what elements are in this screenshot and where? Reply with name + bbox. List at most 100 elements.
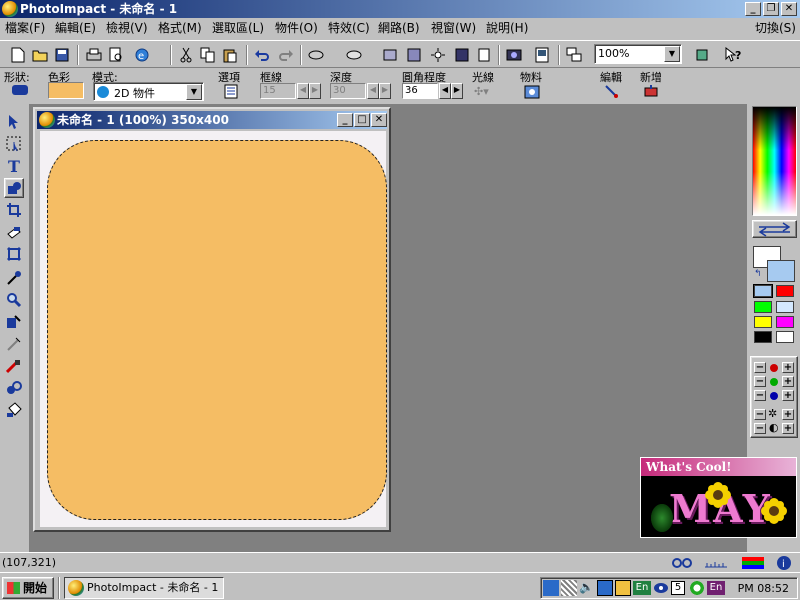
green-plus-button[interactable]: + [782, 376, 794, 387]
tray-flower-icon[interactable] [689, 580, 705, 596]
border-decrement[interactable]: ◀ [297, 83, 309, 99]
blue-minus-button[interactable]: − [754, 390, 766, 401]
album-icon[interactable] [532, 45, 552, 65]
border-spinner[interactable]: 15 ◀ ▶ [260, 83, 322, 99]
image-canvas[interactable] [40, 131, 387, 527]
swap-arrow-icon[interactable]: ↰ [754, 269, 762, 279]
rounded-rectangle-object[interactable] [47, 140, 387, 520]
zoom-tool-icon[interactable] [4, 290, 24, 310]
menu-object[interactable]: 物件(O) [275, 21, 318, 35]
chevron-down-icon[interactable]: ▼ [186, 84, 202, 100]
tray-input-method[interactable]: En [707, 581, 725, 595]
bounding-box-tool-icon[interactable] [4, 244, 24, 264]
ruler-icon[interactable] [704, 556, 728, 570]
tray-number[interactable]: 5 [671, 581, 685, 595]
tray-volume-icon[interactable]: 🔈 [579, 580, 595, 596]
swatch-red[interactable] [776, 285, 794, 297]
menu-window[interactable]: 視窗(W) [431, 21, 476, 35]
swatch-white[interactable] [776, 331, 794, 343]
doc-minimize-button[interactable]: _ [337, 113, 353, 127]
cut-icon[interactable] [176, 45, 196, 65]
swatch-black[interactable] [754, 331, 772, 343]
tray-network-icon[interactable] [543, 580, 559, 596]
paste-icon[interactable] [220, 45, 240, 65]
red-minus-button[interactable]: − [754, 362, 766, 373]
swatch-pale-blue[interactable] [776, 301, 794, 313]
swatch-yellow[interactable] [754, 316, 772, 328]
stamp-tool-icon[interactable] [4, 378, 24, 398]
menu-web[interactable]: 網路(B) [378, 21, 420, 35]
restore-button[interactable]: ❐ [763, 2, 779, 16]
new-file-icon[interactable] [8, 45, 28, 65]
zoom-select[interactable]: 100% ▼ [594, 44, 682, 64]
taskbar-item-photoimpact[interactable]: PhotoImpact - 未命名 - 1 [64, 577, 224, 599]
selection-tool-icon[interactable] [4, 134, 24, 154]
print-preview-icon[interactable] [106, 45, 126, 65]
color-swatch[interactable] [48, 82, 84, 99]
object-icon[interactable] [344, 45, 364, 65]
transform-tool-icon[interactable] [4, 222, 24, 242]
context-help-icon[interactable]: ? [724, 45, 744, 65]
image-manager-icon[interactable] [504, 45, 524, 65]
depth-increment[interactable]: ▶ [379, 83, 391, 99]
panel-icon[interactable] [452, 45, 472, 65]
menu-effects[interactable]: 特效(C) [328, 21, 370, 35]
swap-colors-button[interactable] [752, 220, 797, 238]
tray-app-icon[interactable] [597, 580, 613, 596]
app-icon[interactable] [2, 1, 18, 17]
chevron-down-icon[interactable]: ▼ [664, 46, 680, 62]
contrast-minus-button[interactable]: − [754, 423, 766, 434]
radius-spinner[interactable]: 36 ◀ ▶ [402, 83, 464, 99]
options-icon[interactable] [224, 84, 238, 99]
whats-cool-panel[interactable]: What's Cool! MAY [640, 457, 797, 538]
window-arrange-icon[interactable] [564, 45, 584, 65]
text-tool-icon[interactable]: T [4, 156, 24, 176]
color-mode-icon[interactable] [742, 557, 764, 569]
eyedropper-tool-icon[interactable] [4, 268, 24, 288]
brightness-plus-button[interactable]: + [782, 409, 794, 420]
light-icon[interactable] [428, 45, 448, 65]
tray-monitor-icon[interactable] [615, 580, 631, 596]
menu-file[interactable]: 檔案(F) [5, 21, 45, 35]
crop-tool-icon[interactable] [4, 200, 24, 220]
edit-nodes-icon[interactable] [604, 84, 620, 99]
border-increment[interactable]: ▶ [309, 83, 321, 99]
info-icon[interactable]: i [776, 555, 792, 571]
shape-rounded-rect-icon[interactable] [12, 85, 28, 95]
blue-plus-button[interactable]: + [782, 390, 794, 401]
tray-display-icon[interactable] [561, 580, 577, 596]
clone-tool-icon[interactable] [4, 356, 24, 376]
retouch-tool-icon[interactable] [4, 312, 24, 332]
minimize-button[interactable]: _ [745, 2, 761, 16]
menu-selection[interactable]: 選取區(L) [212, 21, 264, 35]
swatch-magenta[interactable] [776, 316, 794, 328]
undo-icon[interactable] [252, 45, 272, 65]
list-icon[interactable] [474, 45, 494, 65]
view-glasses-icon[interactable] [672, 556, 692, 570]
save-icon[interactable] [52, 45, 72, 65]
menu-view[interactable]: 檢視(V) [106, 21, 148, 35]
switch-button[interactable]: 切換(S) [755, 21, 796, 35]
path-drawing-tool-icon[interactable] [4, 178, 24, 198]
menu-format[interactable]: 格式(M) [158, 21, 202, 35]
close-button[interactable]: ✕ [781, 2, 797, 16]
depth-spinner[interactable]: 30 ◀ ▶ [330, 83, 392, 99]
radius-decrement[interactable]: ◀ [439, 83, 451, 99]
app-title-bar[interactable]: PhotoImpact - 未命名 - 1 _ ❐ ✕ [0, 0, 800, 18]
start-button[interactable]: 開始 [2, 577, 54, 599]
document-window[interactable]: 未命名 - 1 (100%) 350x400 _ □ ✕ [33, 107, 391, 532]
layers-icon[interactable] [306, 45, 326, 65]
clock[interactable]: PM 08:52 [738, 582, 789, 595]
tray-eye-icon[interactable] [653, 580, 669, 596]
menu-edit[interactable]: 編輯(E) [55, 21, 96, 35]
doc-maximize-button[interactable]: □ [354, 113, 370, 127]
print-icon[interactable] [84, 45, 104, 65]
merge-icon[interactable] [404, 45, 424, 65]
browser-icon[interactable]: e [132, 45, 152, 65]
light-direction-icon[interactable]: ✣▾ [474, 85, 498, 99]
brightness-minus-button[interactable]: − [754, 409, 766, 420]
green-minus-button[interactable]: − [754, 376, 766, 387]
redo-icon[interactable] [276, 45, 296, 65]
pick-tool-icon[interactable] [4, 112, 24, 132]
mode-select[interactable]: 2D 物件 ▼ [93, 82, 204, 101]
